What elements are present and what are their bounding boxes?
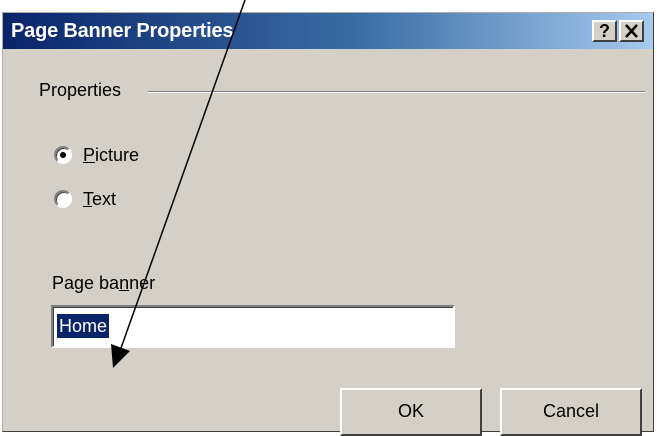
group-divider — [148, 91, 645, 93]
picture-radio-button[interactable] — [54, 146, 72, 164]
picture-radio-label[interactable]: Picture — [83, 144, 139, 166]
page-banner-input[interactable]: Home — [51, 305, 455, 348]
text-radio-button[interactable] — [54, 190, 72, 208]
cancel-button[interactable]: Cancel — [500, 388, 642, 436]
title-bar[interactable]: Page Banner Properties ? — [3, 13, 653, 49]
text-radio-label[interactable]: Text — [83, 188, 116, 210]
radio-selected-dot — [60, 152, 66, 158]
page-banner-label: Page banner — [52, 273, 156, 293]
dialog-title: Page Banner Properties — [11, 20, 234, 42]
ok-button[interactable]: OK — [340, 388, 482, 436]
page-banner-properties-dialog: Page Banner Properties ? Properties Pict… — [2, 12, 654, 436]
close-icon — [625, 24, 638, 38]
close-button[interactable] — [619, 20, 644, 42]
page-banner-value: Home — [57, 314, 110, 338]
help-button[interactable]: ? — [592, 20, 617, 42]
properties-group-label: Properties — [39, 80, 122, 100]
